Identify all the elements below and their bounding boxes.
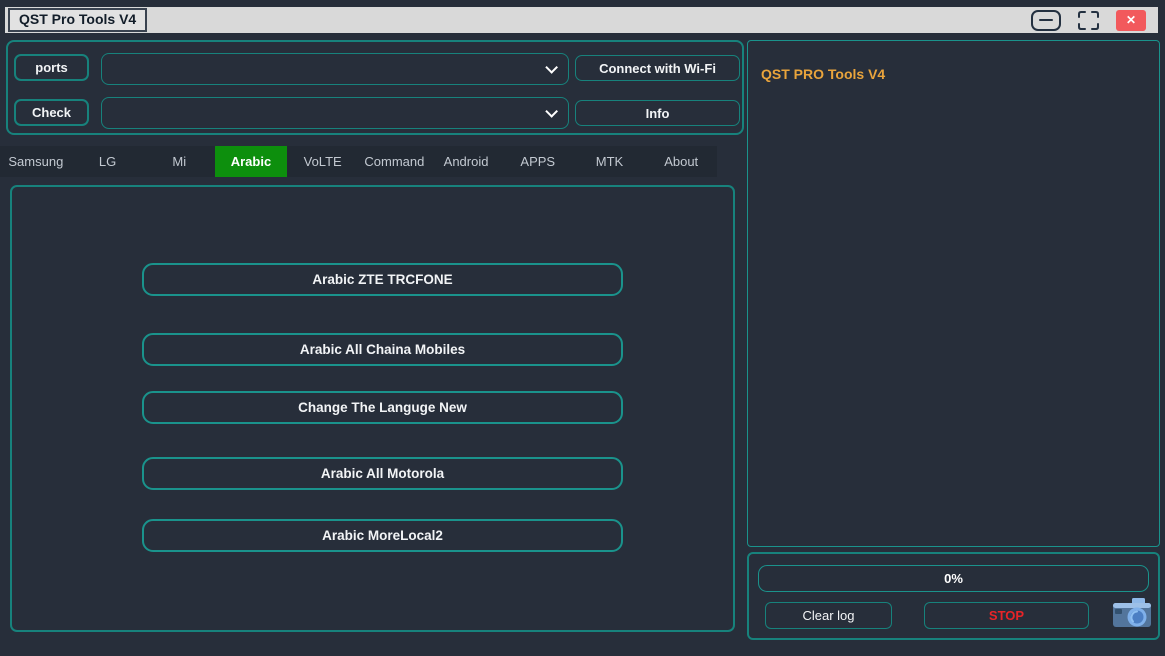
check-button[interactable]: Check [14, 99, 89, 126]
maximize-icon [1079, 12, 1098, 29]
app-window: { "window": { "title": "QST Pro Tools V4… [0, 0, 1165, 656]
info-button[interactable]: Info [575, 100, 740, 126]
tab-apps[interactable]: APPS [502, 146, 574, 177]
tab-volte[interactable]: VoLTE [287, 146, 359, 177]
connect-wifi-button[interactable]: Connect with Wi-Fi [575, 55, 740, 81]
tab-mtk[interactable]: MTK [574, 146, 646, 177]
tab-mi[interactable]: Mi [143, 146, 215, 177]
tab-lg[interactable]: LG [72, 146, 144, 177]
minimize-button[interactable] [1031, 10, 1061, 31]
chevron-down-icon [545, 61, 558, 74]
arabic-all-china-mobiles-button[interactable]: Arabic All Chaina Mobiles [142, 333, 623, 366]
connection-panel: ports Check Connect with Wi-Fi Info [6, 40, 744, 135]
titlebar: QST Pro Tools V4 ✕ [5, 7, 1158, 33]
stop-button[interactable]: STOP [924, 602, 1089, 629]
progress-value: 0% [944, 571, 963, 586]
arabic-tab-content: Arabic ZTE TRCFONE Arabic All Chaina Mob… [10, 185, 735, 632]
arabic-all-motorola-button[interactable]: Arabic All Motorola [142, 457, 623, 490]
window-title: QST Pro Tools V4 [8, 8, 147, 32]
camera-icon [1113, 598, 1151, 627]
clear-log-button[interactable]: Clear log [765, 602, 892, 629]
close-button[interactable]: ✕ [1116, 10, 1146, 31]
progress-bar: 0% [758, 565, 1149, 592]
change-the-language-new-button[interactable]: Change The Languge New [142, 391, 623, 424]
log-output-panel: QST PRO Tools V4 [747, 40, 1160, 547]
window-controls: ✕ [1031, 10, 1158, 31]
arabic-morelocal2-button[interactable]: Arabic MoreLocal2 [142, 519, 623, 552]
tab-command[interactable]: Command [359, 146, 431, 177]
tab-samsung[interactable]: Samsung [0, 146, 72, 177]
log-header: QST PRO Tools V4 [761, 66, 885, 82]
tab-bar: Samsung LG Mi Arabic VoLTE Command Andro… [0, 146, 717, 177]
ports-button[interactable]: ports [14, 54, 89, 81]
screenshot-button[interactable] [1112, 597, 1152, 633]
close-icon: ✕ [1126, 13, 1136, 27]
chevron-down-icon [545, 105, 558, 118]
progress-panel: 0% Clear log STOP [747, 552, 1160, 640]
tab-android[interactable]: Android [430, 146, 502, 177]
maximize-button[interactable] [1077, 10, 1100, 31]
tab-about[interactable]: About [645, 146, 717, 177]
tab-arabic[interactable]: Arabic [215, 146, 287, 177]
model-select[interactable] [101, 97, 569, 129]
port-select[interactable] [101, 53, 569, 85]
minimize-icon [1039, 19, 1053, 21]
arabic-zte-trcfone-button[interactable]: Arabic ZTE TRCFONE [142, 263, 623, 296]
